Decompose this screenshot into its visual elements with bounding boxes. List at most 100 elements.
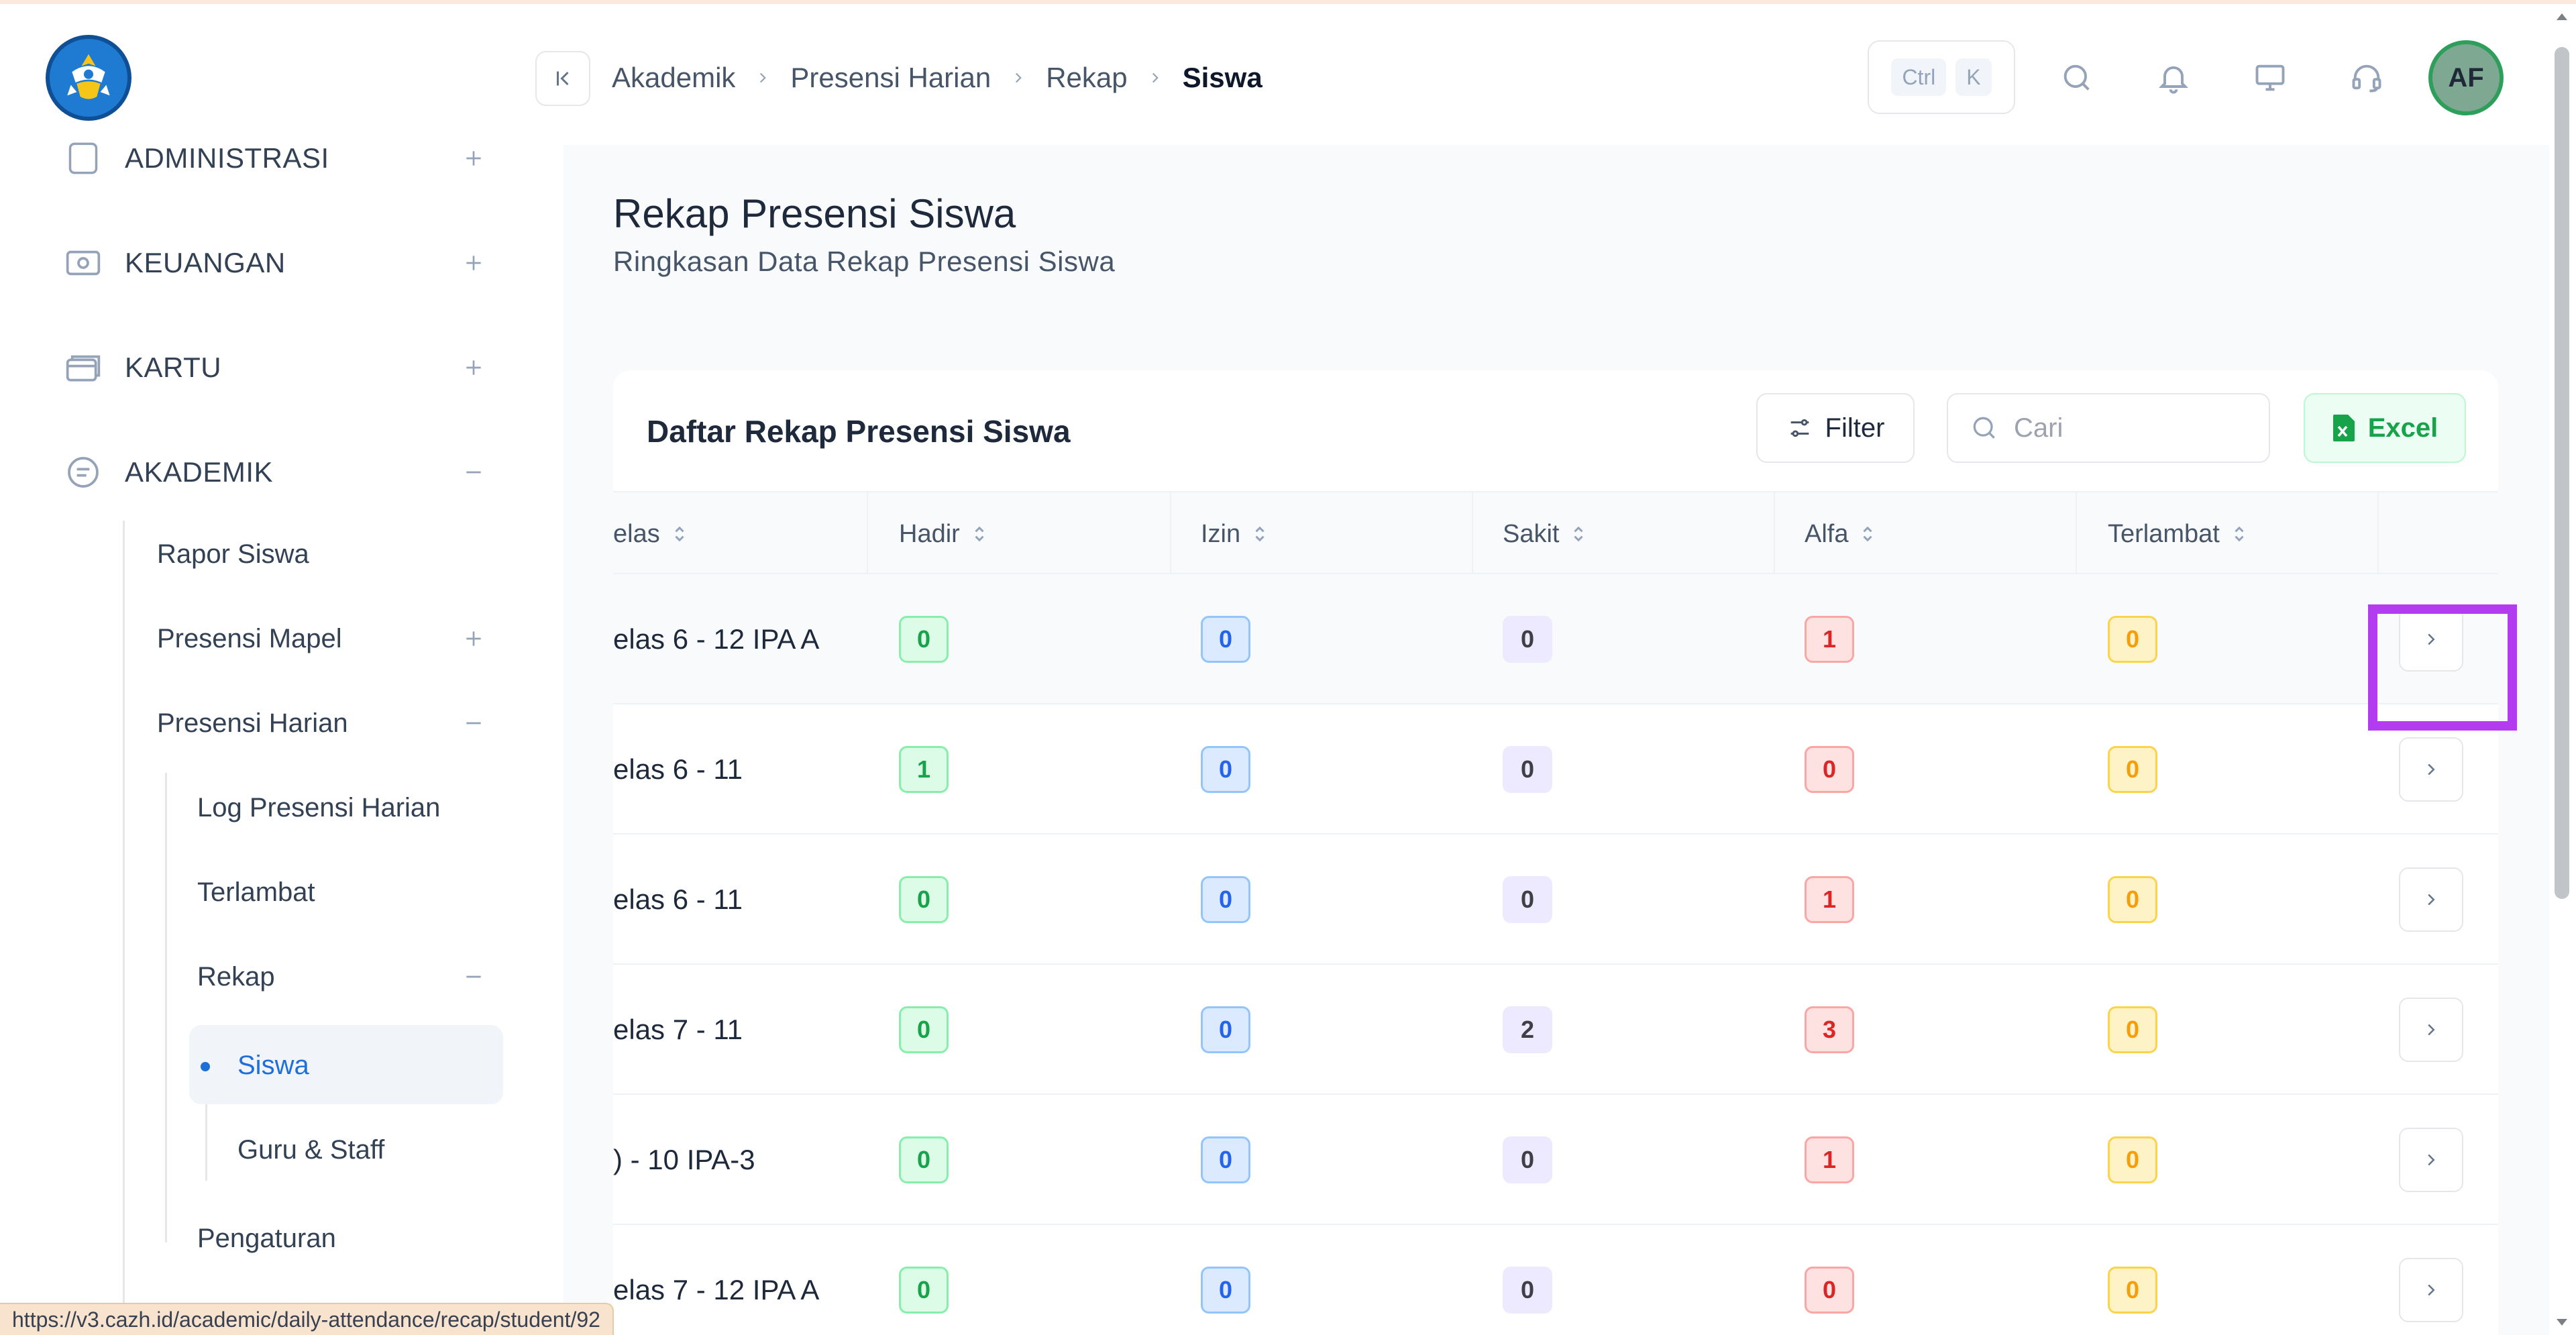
badge-izin: 0 — [1201, 876, 1250, 923]
tut-wuri-handayani-logo[interactable] — [46, 35, 131, 121]
row-detail-button[interactable] — [2399, 867, 2463, 932]
nav-keuangan[interactable]: KEUANGAN — [0, 223, 564, 303]
search-field[interactable] — [1947, 393, 2270, 463]
cell-kelas: ) - 10 IPA-3 — [613, 1144, 755, 1175]
badge-terlambat: 0 — [2108, 876, 2157, 923]
table-row[interactable]: elas 7 - 12 IPA A 0 0 0 0 0 — [613, 1225, 2498, 1335]
col-alfa[interactable]: Alfa — [1805, 492, 1875, 576]
nav-log-presensi-harian-label: Log Presensi Harian — [197, 792, 441, 822]
page-title: Rekap Presensi Siswa — [613, 191, 1016, 236]
collapse-icon[interactable] — [460, 459, 487, 486]
nav-siswa-active-bg[interactable] — [189, 1025, 503, 1104]
breadcrumb-akademik[interactable]: Akademik — [612, 62, 735, 94]
nav-terlambat[interactable]: Terlambat — [197, 859, 315, 926]
tree-line — [165, 773, 167, 1242]
table-row[interactable]: elas 6 - 12 IPA A 0 0 0 1 0 — [613, 574, 2498, 704]
chevron-right-icon — [2428, 1284, 2435, 1296]
nav-presensi-harian-label: Presensi Harian — [157, 708, 348, 738]
nav-siswa[interactable]: Siswa — [237, 1032, 309, 1099]
badge-alfa: 1 — [1805, 876, 1854, 923]
document-icon — [64, 140, 102, 177]
badge-sakit: 0 — [1503, 616, 1552, 663]
badge-alfa: 1 — [1805, 1136, 1854, 1183]
avatar[interactable]: AF — [2428, 40, 2504, 115]
badge-alfa: 3 — [1805, 1006, 1854, 1053]
badge-terlambat: 0 — [2108, 1267, 2157, 1314]
expand-icon[interactable] — [460, 250, 487, 276]
col-terlambat[interactable]: Terlambat — [2108, 492, 2247, 576]
nav-rapor-siswa-label: Rapor Siswa — [157, 539, 309, 569]
cell-kelas: elas 6 - 11 — [613, 753, 743, 785]
expand-icon[interactable] — [460, 145, 487, 172]
row-detail-button[interactable] — [2399, 737, 2463, 802]
excel-export-button[interactable]: Excel — [2304, 393, 2466, 463]
nav-siswa-label: Siswa — [237, 1050, 309, 1080]
collapse-icon[interactable] — [460, 963, 487, 990]
status-bar-url: https://v3.cazh.id/academic/daily-attend… — [0, 1303, 614, 1335]
nav-presensi-harian[interactable]: Presensi Harian — [157, 690, 492, 757]
breadcrumb-rekap[interactable]: Rekap — [1046, 62, 1127, 94]
table-header: elas Hadir Izin Sakit Alfa Terlambat — [613, 491, 2498, 574]
expand-icon[interactable] — [460, 354, 487, 381]
nav-presensi-mapel[interactable]: Presensi Mapel — [157, 605, 492, 672]
scroll-up-arrow-icon[interactable] — [2553, 8, 2571, 25]
breadcrumb-presensi-harian[interactable]: Presensi Harian — [790, 62, 991, 94]
badge-terlambat: 0 — [2108, 1136, 2157, 1183]
col-kelas-label: elas — [613, 519, 660, 548]
nav-guru-staff[interactable]: Guru & Staff — [237, 1116, 384, 1183]
chevron-right-icon — [2428, 763, 2435, 776]
badge-sakit: 0 — [1503, 876, 1552, 923]
col-izin[interactable]: Izin — [1201, 492, 1267, 576]
col-alfa-label: Alfa — [1805, 519, 1849, 548]
badge-hadir: 0 — [899, 1267, 949, 1314]
bell-icon[interactable] — [2153, 58, 2194, 98]
logo-emblem-icon — [67, 54, 110, 99]
col-hadir[interactable]: Hadir — [899, 492, 987, 576]
col-kelas[interactable]: elas — [613, 492, 687, 576]
nav-log-presensi-harian[interactable]: Log Presensi Harian — [197, 774, 440, 841]
highlight-annotation-box — [2368, 604, 2517, 731]
nav-rapor-siswa[interactable]: Rapor Siswa — [157, 521, 309, 588]
row-detail-button[interactable] — [2399, 1258, 2463, 1322]
row-detail-button[interactable] — [2399, 1128, 2463, 1192]
monitor-icon[interactable] — [2250, 58, 2290, 98]
kbd-k: K — [1955, 58, 1992, 96]
nav-kartu[interactable]: KARTU — [0, 327, 564, 408]
table-row[interactable]: elas 6 - 11 0 0 0 1 0 — [613, 835, 2498, 965]
badge-terlambat: 0 — [2108, 1006, 2157, 1053]
badge-sakit: 0 — [1503, 1136, 1552, 1183]
col-hadir-label: Hadir — [899, 519, 960, 548]
chevron-right-icon — [1146, 69, 1164, 87]
scroll-down-arrow-icon[interactable] — [2553, 1314, 2571, 1331]
table-row[interactable]: elas 7 - 11 0 0 2 3 0 — [613, 965, 2498, 1095]
sort-icon — [672, 524, 687, 544]
cell-kelas: elas 7 - 12 IPA A — [613, 1274, 820, 1305]
expand-icon[interactable] — [460, 625, 487, 652]
recap-card: Daftar Rekap Presensi Siswa Filter Excel… — [613, 370, 2498, 1335]
col-sakit[interactable]: Sakit — [1503, 492, 1586, 576]
nav-administrasi[interactable]: ADMINISTRASI — [0, 118, 564, 199]
filter-button[interactable]: Filter — [1756, 393, 1915, 463]
badge-izin: 0 — [1201, 616, 1250, 663]
scrollbar-thumb[interactable] — [2555, 47, 2569, 899]
badge-hadir: 0 — [899, 1136, 949, 1183]
col-izin-label: Izin — [1201, 519, 1241, 548]
sort-icon — [2232, 524, 2247, 544]
sidebar-collapse-button[interactable] — [535, 51, 590, 106]
nav-rekap[interactable]: Rekap — [197, 943, 492, 1010]
sort-icon — [972, 524, 987, 544]
nav-akademik[interactable]: AKADEMIK — [0, 432, 564, 513]
nav-pengaturan[interactable]: Pengaturan — [197, 1205, 336, 1272]
search-icon[interactable] — [2057, 58, 2097, 98]
card-icon — [64, 349, 102, 386]
kbd-ctrl: Ctrl — [1891, 58, 1947, 96]
row-detail-button[interactable] — [2399, 998, 2463, 1062]
badge-sakit: 2 — [1503, 1006, 1552, 1053]
command-palette-shortcut[interactable]: Ctrl K — [1868, 40, 2015, 114]
headset-icon[interactable] — [2347, 58, 2387, 98]
table-row[interactable]: elas 6 - 11 1 0 0 0 0 — [613, 704, 2498, 835]
search-input[interactable] — [2014, 413, 2242, 443]
collapse-icon[interactable] — [460, 710, 487, 737]
sidebar: ADMINISTRASI KEUANGAN KARTU AKADEMIK Rap… — [0, 4, 564, 1335]
table-row[interactable]: ) - 10 IPA-3 0 0 0 1 0 — [613, 1095, 2498, 1225]
